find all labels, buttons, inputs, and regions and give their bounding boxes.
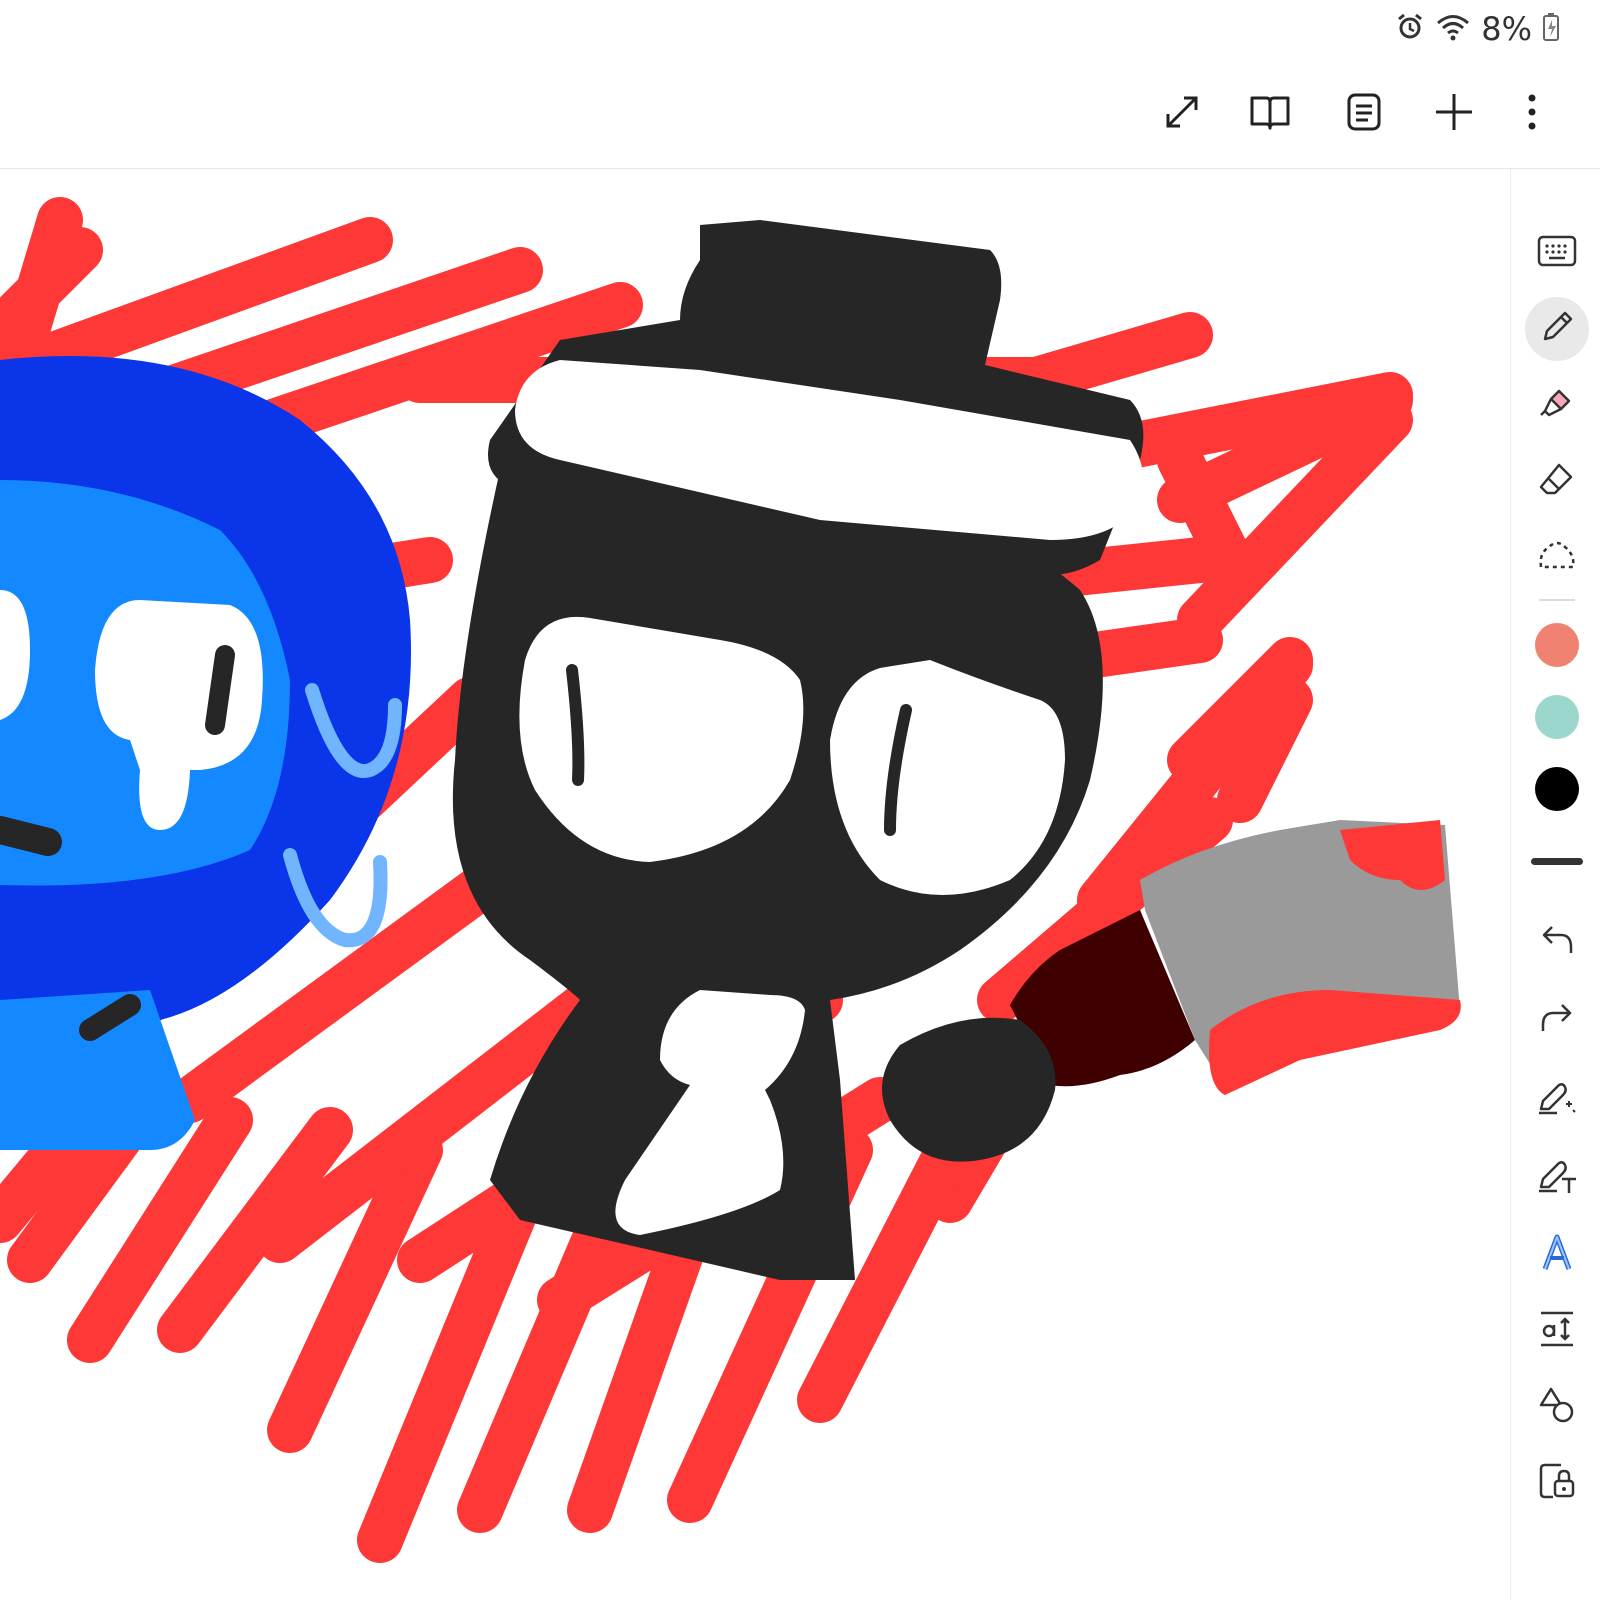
blue-character: [0, 356, 411, 1150]
pen-toolbar: [1510, 169, 1600, 1600]
text-style-icon: [1537, 1233, 1577, 1278]
text-size-icon: [1537, 1309, 1577, 1354]
page-list-icon: [1344, 92, 1384, 137]
pen-to-text-button[interactable]: [1525, 1145, 1589, 1209]
redo-icon: [1537, 997, 1577, 1042]
eraser-tool-button[interactable]: [1525, 449, 1589, 513]
color-swatch-fill: [1535, 767, 1579, 811]
color-swatch-salmon[interactable]: [1525, 613, 1589, 677]
stroke-width-button[interactable]: [1525, 829, 1589, 893]
drawing: [0, 197, 1461, 1563]
lasso-icon: [1535, 535, 1579, 580]
toolbar-divider: [1539, 599, 1575, 601]
more-vert-icon: [1526, 92, 1538, 137]
expand-icon: [1162, 92, 1202, 137]
keyboard-icon: [1536, 234, 1578, 273]
color-swatch-fill: [1535, 695, 1579, 739]
lock-button[interactable]: [1525, 1451, 1589, 1515]
alarm-icon: [1395, 12, 1425, 47]
status-icons: 8%: [1395, 10, 1560, 48]
add-button[interactable]: [1426, 86, 1482, 142]
color-swatch-fill: [1535, 623, 1579, 667]
color-swatch-black[interactable]: [1525, 757, 1589, 821]
eraser-icon: [1537, 459, 1577, 504]
pen-icon: [1537, 307, 1577, 352]
wifi-icon: [1435, 12, 1471, 47]
page-list-button[interactable]: [1336, 86, 1392, 142]
undo-icon: [1537, 919, 1577, 964]
shapes-icon: [1537, 1385, 1577, 1430]
redo-button[interactable]: [1525, 987, 1589, 1051]
status-bar: 8%: [0, 0, 1600, 56]
book-view-button[interactable]: [1242, 86, 1298, 142]
color-swatch-mint[interactable]: [1525, 685, 1589, 749]
text-size-button[interactable]: [1525, 1299, 1589, 1363]
battery-charging-icon: [1542, 12, 1560, 47]
keyboard-button[interactable]: [1525, 221, 1589, 285]
battery-percent: 8%: [1481, 10, 1532, 48]
highlighter-tool-button[interactable]: [1525, 373, 1589, 437]
stroke-width-preview: [1531, 857, 1583, 865]
lock-icon: [1537, 1461, 1577, 1506]
more-options-button[interactable]: [1504, 86, 1560, 142]
undo-button[interactable]: [1525, 909, 1589, 973]
book-view-icon: [1248, 92, 1292, 137]
add-icon: [1434, 92, 1474, 137]
text-style-button[interactable]: [1525, 1223, 1589, 1287]
note-top-bar: [0, 56, 1600, 169]
expand-button[interactable]: [1154, 86, 1210, 142]
pen-to-text-icon: [1535, 1155, 1579, 1200]
shape-recognition-pen-icon: [1535, 1077, 1579, 1122]
lasso-tool-button[interactable]: [1525, 525, 1589, 589]
pen-tool-button[interactable]: [1525, 297, 1589, 361]
shapes-button[interactable]: [1525, 1375, 1589, 1439]
drawing-canvas[interactable]: [0, 169, 1508, 1600]
highlighter-icon: [1537, 383, 1577, 428]
shape-pen-button[interactable]: [1525, 1067, 1589, 1131]
